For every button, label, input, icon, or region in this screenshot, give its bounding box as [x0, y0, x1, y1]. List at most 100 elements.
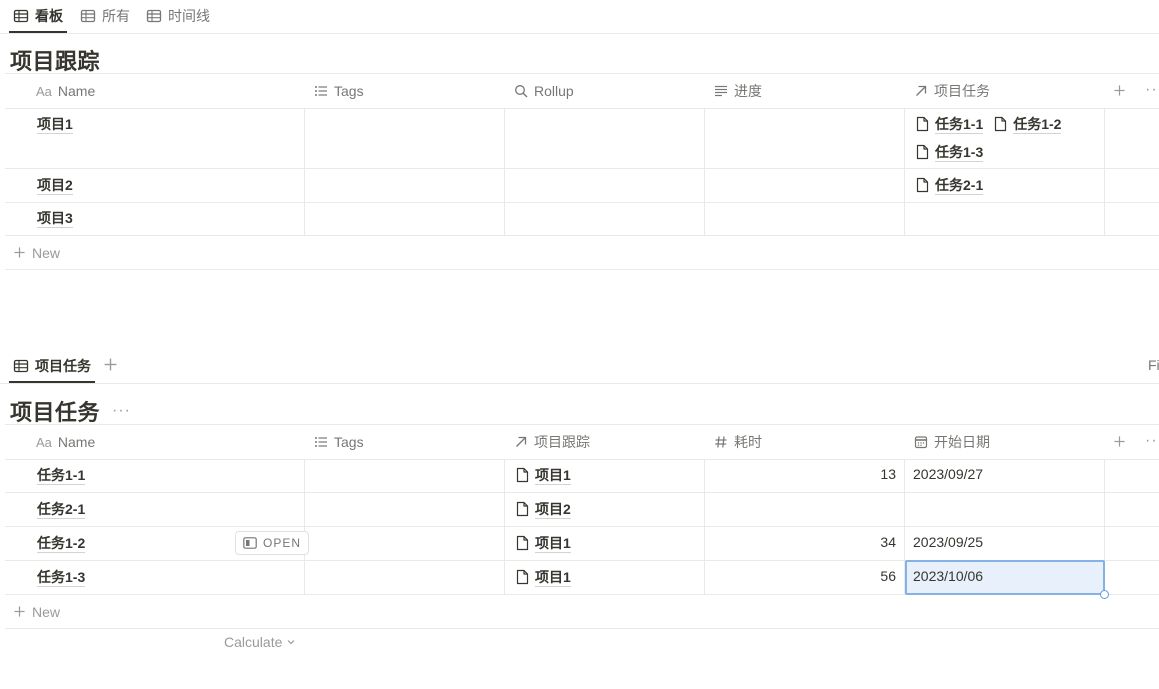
cell-project-tasks[interactable]: 任务1-1 任务1-2 任务1-3 — [905, 108, 1105, 168]
relation-chip[interactable]: 任务1-3 — [915, 141, 984, 163]
column-header-start-date[interactable]: 开始日期 — [904, 425, 990, 459]
column-header-project-tasks[interactable]: 项目任务 — [904, 74, 990, 108]
new-row-button[interactable]: New — [5, 595, 1159, 629]
cell-project[interactable]: 项目1 — [505, 527, 705, 560]
cell-tags[interactable] — [305, 203, 505, 235]
add-view-plus-icon[interactable] — [103, 357, 118, 372]
cell-rollup[interactable] — [505, 203, 705, 235]
cell-tags[interactable] — [305, 561, 505, 594]
calculate-button[interactable]: Calculate — [224, 634, 296, 650]
cell-duration[interactable] — [705, 493, 905, 526]
cell-project-tasks[interactable] — [905, 203, 1105, 235]
cell-name[interactable]: 任务1-2 OPEN — [5, 527, 310, 560]
relation-chip[interactable]: 任务1-1 — [915, 113, 984, 135]
row-name[interactable]: 项目1 — [37, 115, 73, 134]
open-page-button[interactable]: OPEN — [235, 531, 310, 555]
table-row[interactable]: 项目2 任务2-1 — [5, 169, 1159, 203]
cell-project[interactable]: 项目2 — [505, 493, 705, 526]
table-header: Aa Name Tags Rollup 进度 项目任务 ··· — [5, 73, 1159, 109]
cell-name[interactable]: 项目3 — [5, 203, 305, 235]
database-title[interactable]: 项目任务 — [10, 395, 100, 427]
cell-tags[interactable] — [305, 108, 505, 168]
table-row[interactable]: 任务1-1 项目1 13 2023/09/27 — [5, 459, 1159, 493]
column-header-progress[interactable]: 进度 — [704, 74, 762, 108]
more-horizontal-icon[interactable]: ··· — [112, 402, 131, 420]
relation-chip[interactable]: 项目2 — [515, 498, 571, 520]
table-row[interactable]: 任务1-3 项目1 56 2023/10/06 — [5, 560, 1159, 599]
new-label: New — [32, 603, 61, 620]
new-row-button[interactable]: New — [5, 236, 1159, 270]
cell-rollup[interactable] — [505, 169, 705, 202]
cell-start-date[interactable]: 2023/10/06 — [905, 560, 1109, 599]
row-name[interactable]: 项目2 — [37, 176, 73, 195]
cell-progress[interactable] — [705, 108, 905, 168]
column-header-name[interactable]: Aa Name — [26, 425, 95, 459]
filter-button-clipped[interactable]: Fi — [1148, 357, 1159, 373]
table-row[interactable]: 项目3 — [5, 203, 1159, 236]
cell-project[interactable]: 项目1 — [505, 561, 705, 594]
relation-label: 任务1-1 — [935, 115, 984, 134]
row-name[interactable]: 任务1-2 — [37, 534, 86, 553]
column-header-tags[interactable]: Tags — [304, 425, 364, 459]
cell-start-date[interactable]: 2023/09/27 — [905, 459, 1105, 492]
table-icon — [13, 358, 29, 374]
relation-chip[interactable]: 项目1 — [515, 566, 571, 588]
cell-start-date[interactable] — [905, 493, 1105, 526]
cell-duration[interactable]: 34 — [705, 527, 905, 560]
cell-tags[interactable] — [305, 493, 505, 526]
column-header-project-tracking[interactable]: 项目跟踪 — [504, 425, 590, 459]
row-name[interactable]: 任务2-1 — [37, 500, 86, 519]
tab-timeline[interactable]: 时间线 — [142, 0, 214, 32]
relation-list: 任务1-1 任务1-2 任务1-3 — [915, 113, 1105, 169]
cell-tags[interactable] — [305, 527, 505, 560]
add-property-plus-icon[interactable] — [1113, 84, 1126, 97]
column-header-tags[interactable]: Tags — [304, 74, 364, 108]
database-title[interactable]: 项目跟踪 — [10, 44, 100, 76]
relation-chip[interactable]: 任务2-1 — [915, 174, 984, 196]
more-horizontal-icon[interactable]: ··· — [1145, 432, 1159, 450]
cell-name[interactable]: 任务1-3 — [5, 561, 305, 594]
relation-chip[interactable]: 任务1-2 — [993, 113, 1062, 135]
date-value: 2023/10/06 — [913, 568, 984, 584]
view2-tab-bar: 项目任务 Fi — [0, 350, 1159, 384]
add-property-plus-icon[interactable] — [1113, 435, 1126, 448]
column-label: 进度 — [734, 83, 762, 99]
list-icon — [314, 84, 328, 98]
more-horizontal-icon[interactable]: ··· — [1145, 81, 1159, 99]
column-label: 项目跟踪 — [534, 434, 590, 450]
cell-progress[interactable] — [705, 203, 905, 235]
cell-duration[interactable]: 56 — [705, 561, 905, 594]
database-title-row: 项目任务 ··· — [10, 395, 131, 427]
chevron-down-icon — [286, 637, 296, 647]
table-row[interactable]: 项目1 任务1-1 任务1-2 任务1-3 — [5, 108, 1159, 169]
column-header-name[interactable]: Aa Name — [26, 74, 95, 108]
column-header-rollup[interactable]: Rollup — [504, 74, 574, 108]
cell-tags[interactable] — [305, 459, 505, 492]
arrow-up-right-icon — [514, 435, 528, 449]
tab-all[interactable]: 所有 — [76, 0, 134, 32]
cell-project[interactable]: 项目1 — [505, 459, 705, 492]
relation-chip[interactable]: 项目1 — [515, 464, 571, 486]
row-name[interactable]: 任务1-1 — [37, 466, 86, 485]
cell-duration[interactable]: 13 — [705, 459, 905, 492]
tab-kanban[interactable]: 看板 — [9, 0, 67, 33]
cell-rollup[interactable] — [505, 108, 705, 168]
cell-name[interactable]: 项目1 — [5, 108, 305, 168]
column-header-duration[interactable]: 耗时 — [704, 425, 762, 459]
cell-start-date[interactable]: 2023/09/25 — [905, 527, 1105, 560]
table-row[interactable]: 任务1-2 OPEN 项目1 34 2023/09/25 — [5, 527, 1159, 561]
tab-project-tasks[interactable]: 项目任务 — [9, 350, 95, 383]
relation-chip[interactable]: 项目1 — [515, 532, 571, 554]
row-name[interactable]: 项目3 — [37, 209, 73, 228]
cell-progress[interactable] — [705, 169, 905, 202]
cell-name[interactable]: 项目2 — [5, 169, 305, 202]
row-name[interactable]: 任务1-3 — [37, 568, 86, 587]
cell-tags[interactable] — [305, 169, 505, 202]
relation-label: 项目1 — [535, 568, 571, 587]
date-value: 2023/09/25 — [913, 534, 984, 550]
cell-project-tasks[interactable]: 任务2-1 — [905, 169, 1105, 202]
cell-name[interactable]: 任务1-1 — [5, 459, 305, 492]
search-icon — [514, 84, 528, 98]
cell-name[interactable]: 任务2-1 — [5, 493, 305, 526]
table-row[interactable]: 任务2-1 项目2 — [5, 493, 1159, 527]
